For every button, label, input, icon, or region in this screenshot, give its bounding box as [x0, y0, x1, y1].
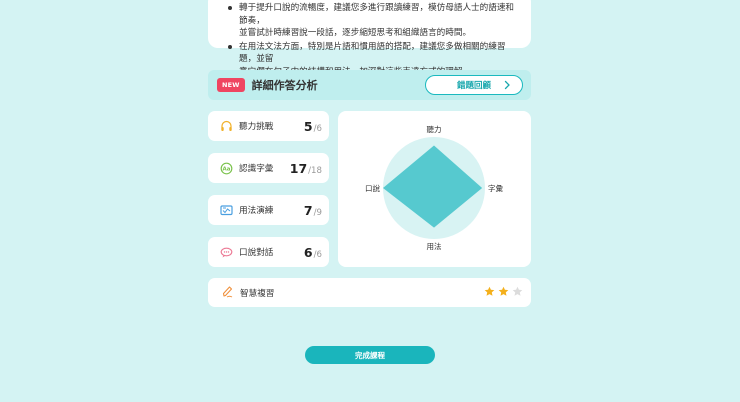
bullet-icon: [228, 44, 232, 49]
finish-course-button[interactable]: 完成課程: [305, 346, 435, 364]
svg-text:Aa: Aa: [223, 166, 231, 172]
finish-button-label: 完成課程: [355, 350, 385, 360]
radar-axis-label-right: 字彙: [488, 183, 503, 193]
vocabulary-icon: Aa: [220, 162, 233, 175]
analysis-header: NEW 詳細作答分析 錯題回顧: [208, 70, 531, 100]
tips-card: 轉于提升口說的流暢度，建議您多進行跟讀練習，模仿母語人士的語速和節奏， 並嘗試計…: [208, 0, 531, 77]
star-filled-icon: [484, 286, 495, 296]
radar-chart: 聽力 字彙 用法 口說: [365, 124, 503, 251]
stat-score: 17/18: [289, 161, 322, 176]
stat-score: 7/9: [303, 203, 322, 218]
star-rating: [484, 286, 523, 297]
smart-review-card[interactable]: 智慧複習: [208, 278, 531, 307]
section-title: 詳細作答分析: [251, 79, 318, 92]
wrong-answer-review-button[interactable]: 錯題回顧: [425, 75, 523, 95]
radar-chart-card: 聽力 字彙 用法 口說: [338, 111, 531, 267]
stat-card-speaking: 口說對話 6/6: [208, 237, 329, 267]
speech-bubble-icon: [220, 246, 233, 259]
pen-icon: [221, 283, 234, 302]
radar-axis-label-left: 口說: [365, 183, 380, 193]
stat-score: 6/6: [303, 245, 322, 260]
stat-card-listening: 聽力挑戰 5/6: [208, 111, 329, 141]
radar-axis-label-top: 聽力: [427, 124, 442, 134]
tip-text: 轉于提升口說的流暢度，建議您多進行跟讀練習，模仿母語人士的語速和節奏， 並嘗試計…: [239, 3, 515, 38]
headphones-icon: [220, 120, 233, 133]
stat-score: 5/6: [303, 119, 322, 134]
smart-review-label: 智慧複習: [240, 288, 275, 299]
stat-label: 口說對話: [239, 248, 274, 258]
usage-practice-icon: [220, 204, 233, 217]
stat-label: 聽力挑戰: [239, 122, 274, 132]
stat-label: 用法演練: [239, 206, 274, 216]
tip-item: 轉于提升口說的流暢度，建議您多進行跟讀練習，模仿母語人士的語速和節奏， 並嘗試計…: [226, 2, 517, 40]
stat-card-usage: 用法演練 7/9: [208, 195, 329, 225]
radar-axis-label-bottom: 用法: [427, 241, 442, 251]
stat-label: 認識字彙: [239, 164, 274, 174]
chevron-right-icon: [504, 80, 510, 90]
new-badge: NEW: [217, 78, 245, 92]
review-button-label: 錯題回顧: [456, 81, 491, 91]
stat-card-vocabulary: Aa 認識字彙 17/18: [208, 153, 329, 183]
bullet-icon: [228, 6, 232, 10]
star-empty-icon: [512, 286, 523, 296]
star-filled-icon: [498, 286, 509, 296]
